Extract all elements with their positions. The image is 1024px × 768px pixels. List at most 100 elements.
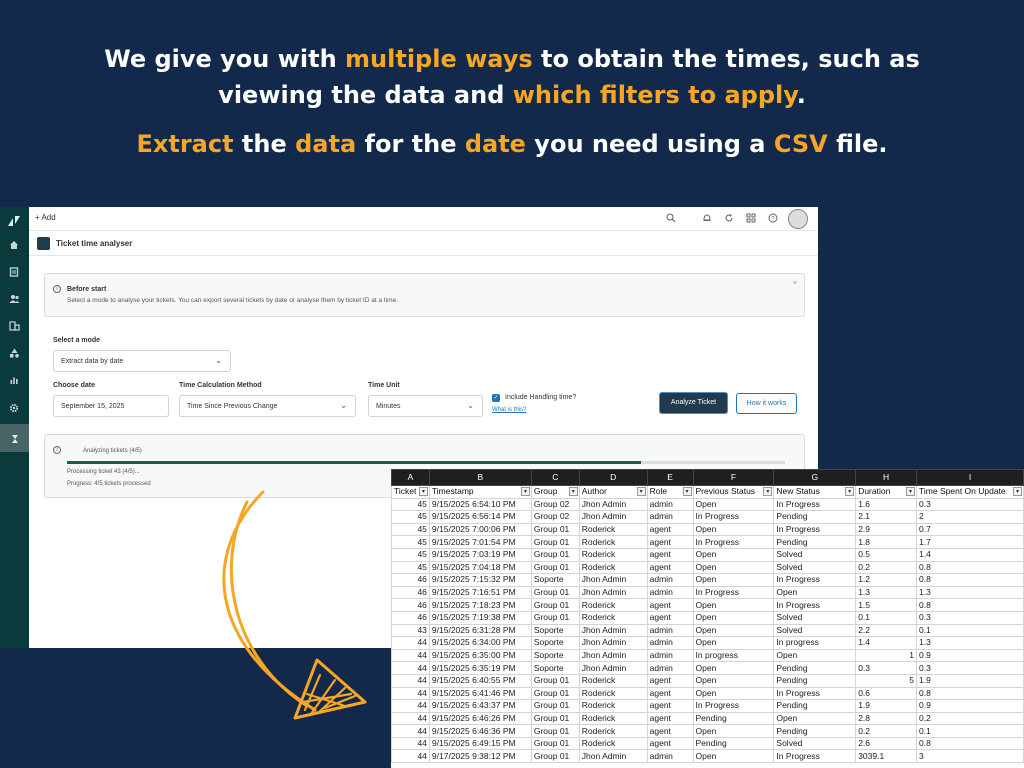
organizations-icon[interactable]: [5, 318, 23, 336]
table-cell[interactable]: Open: [692, 522, 775, 537]
table-cell[interactable]: 0.1: [855, 610, 918, 625]
table-cell[interactable]: In progress: [692, 648, 775, 663]
table-cell[interactable]: Pending: [692, 711, 775, 726]
table-cell[interactable]: 9/15/2025 7:00:06 PM: [428, 522, 532, 537]
table-cell[interactable]: 9/17/2025 9:38:12 PM: [428, 749, 532, 764]
table-cell[interactable]: Roderick: [578, 724, 648, 738]
table-cell[interactable]: 2.9: [855, 522, 918, 537]
column-letter[interactable]: D: [578, 469, 648, 486]
table-cell[interactable]: Group 01: [530, 585, 580, 600]
table-cell[interactable]: agent: [646, 724, 694, 738]
apps-icon[interactable]: [744, 213, 758, 226]
date-input[interactable]: September 15, 2025: [53, 395, 169, 417]
table-cell[interactable]: 46: [391, 610, 430, 625]
table-cell[interactable]: Open: [692, 673, 775, 688]
table-cell[interactable]: 1.9: [855, 699, 918, 713]
close-icon[interactable]: ×: [793, 280, 797, 287]
table-cell[interactable]: Open: [692, 610, 775, 625]
table-cell[interactable]: 0.9: [916, 648, 1024, 663]
table-cell[interactable]: Pending: [773, 699, 857, 713]
what-is-this-link[interactable]: What is this?: [492, 407, 526, 413]
table-cell[interactable]: Jhon Admin: [578, 661, 648, 675]
table-cell[interactable]: Pending: [692, 736, 775, 751]
table-cell[interactable]: 0.6: [855, 686, 918, 701]
table-cell[interactable]: 44: [391, 724, 430, 738]
table-cell[interactable]: Open: [692, 623, 775, 638]
table-cell[interactable]: 0.8: [916, 598, 1024, 612]
filter-dropdown-icon[interactable]: ▾: [763, 487, 773, 496]
table-cell[interactable]: 9/15/2025 6:46:36 PM: [428, 724, 532, 738]
table-cell[interactable]: In Progress: [692, 585, 775, 600]
table-cell[interactable]: 9/15/2025 7:19:38 PM: [428, 610, 532, 625]
analyze-ticket-button[interactable]: Analyze Ticket: [659, 392, 728, 414]
filter-dropdown-icon[interactable]: ▾: [568, 487, 578, 496]
table-cell[interactable]: admin: [646, 661, 694, 675]
table-cell[interactable]: Soporte: [530, 623, 580, 638]
how-it-works-button[interactable]: How it works: [736, 393, 797, 414]
table-cell[interactable]: 0.3: [855, 661, 918, 675]
table-cell[interactable]: admin: [646, 623, 694, 638]
home-icon[interactable]: [5, 237, 23, 255]
table-cell[interactable]: 1.3: [916, 636, 1024, 650]
column-letter[interactable]: H: [855, 469, 918, 486]
table-cell[interactable]: Roderick: [578, 610, 648, 625]
table-cell[interactable]: admin: [646, 497, 694, 512]
table-cell[interactable]: 9/15/2025 7:03:19 PM: [428, 547, 532, 562]
add-button[interactable]: + Add: [35, 213, 56, 222]
table-cell[interactable]: Roderick: [578, 699, 648, 713]
table-cell[interactable]: Jhon Admin: [578, 497, 648, 512]
avatar[interactable]: [788, 209, 808, 229]
table-cell[interactable]: 0.8: [916, 560, 1024, 575]
filter-dropdown-icon[interactable]: ▾: [906, 487, 916, 496]
table-cell[interactable]: Roderick: [578, 736, 648, 751]
table-cell[interactable]: 44: [391, 699, 430, 713]
table-cell[interactable]: 0.2: [916, 711, 1024, 726]
table-cell[interactable]: 3039.1: [855, 749, 918, 764]
table-cell[interactable]: Pending: [773, 535, 857, 549]
handling-checkbox[interactable]: ✓: [492, 394, 500, 402]
table-cell[interactable]: In Progress: [692, 510, 775, 524]
table-cell[interactable]: In Progress: [773, 522, 857, 537]
table-cell[interactable]: 2.8: [855, 711, 918, 726]
table-cell[interactable]: Solved: [773, 547, 857, 562]
table-cell[interactable]: agent: [646, 686, 694, 701]
table-cell[interactable]: admin: [646, 636, 694, 650]
table-cell[interactable]: 1.3: [855, 585, 918, 600]
table-cell[interactable]: Group 01: [530, 610, 580, 625]
table-cell[interactable]: 44: [391, 686, 430, 701]
table-cell[interactable]: Soporte: [530, 661, 580, 675]
table-cell[interactable]: Solved: [773, 560, 857, 575]
table-cell[interactable]: Roderick: [578, 686, 648, 701]
table-cell[interactable]: agent: [646, 535, 694, 549]
filter-dropdown-icon[interactable]: ▾: [520, 487, 530, 496]
table-cell[interactable]: In Progress: [773, 497, 857, 512]
filter-dropdown-icon[interactable]: ▾: [636, 487, 646, 496]
help-icon[interactable]: ?: [766, 213, 780, 226]
table-cell[interactable]: Group 01: [530, 535, 580, 549]
table-cell[interactable]: 9/15/2025 6:40:55 PM: [428, 673, 532, 688]
table-cell[interactable]: 46: [391, 585, 430, 600]
table-cell[interactable]: Open: [692, 560, 775, 575]
table-cell[interactable]: 3: [916, 749, 1024, 764]
table-cell[interactable]: 0.8: [916, 686, 1024, 701]
table-cell[interactable]: Jhon Admin: [578, 636, 648, 650]
table-cell[interactable]: Pending: [773, 661, 857, 675]
table-cell[interactable]: Group 01: [530, 724, 580, 738]
table-cell[interactable]: Jhon Admin: [578, 648, 648, 663]
table-cell[interactable]: 44: [391, 648, 430, 663]
hourglass-app-icon[interactable]: [0, 424, 29, 452]
table-cell[interactable]: Roderick: [578, 560, 648, 575]
table-cell[interactable]: Open: [773, 585, 857, 600]
column-letter[interactable]: I: [916, 469, 1024, 486]
shapes-icon[interactable]: [5, 345, 23, 363]
table-cell[interactable]: 9/15/2025 6:31:28 PM: [428, 623, 532, 638]
table-cell[interactable]: 1.5: [855, 598, 918, 612]
unit-select[interactable]: Minutes ⌄: [368, 395, 483, 417]
settings-icon[interactable]: [5, 400, 23, 418]
table-cell[interactable]: Solved: [773, 610, 857, 625]
column-letter[interactable]: F: [692, 469, 775, 486]
table-cell[interactable]: 1.6: [855, 497, 918, 512]
table-cell[interactable]: Jhon Admin: [578, 573, 648, 587]
table-cell[interactable]: 44: [391, 661, 430, 675]
column-letter[interactable]: B: [428, 469, 532, 486]
